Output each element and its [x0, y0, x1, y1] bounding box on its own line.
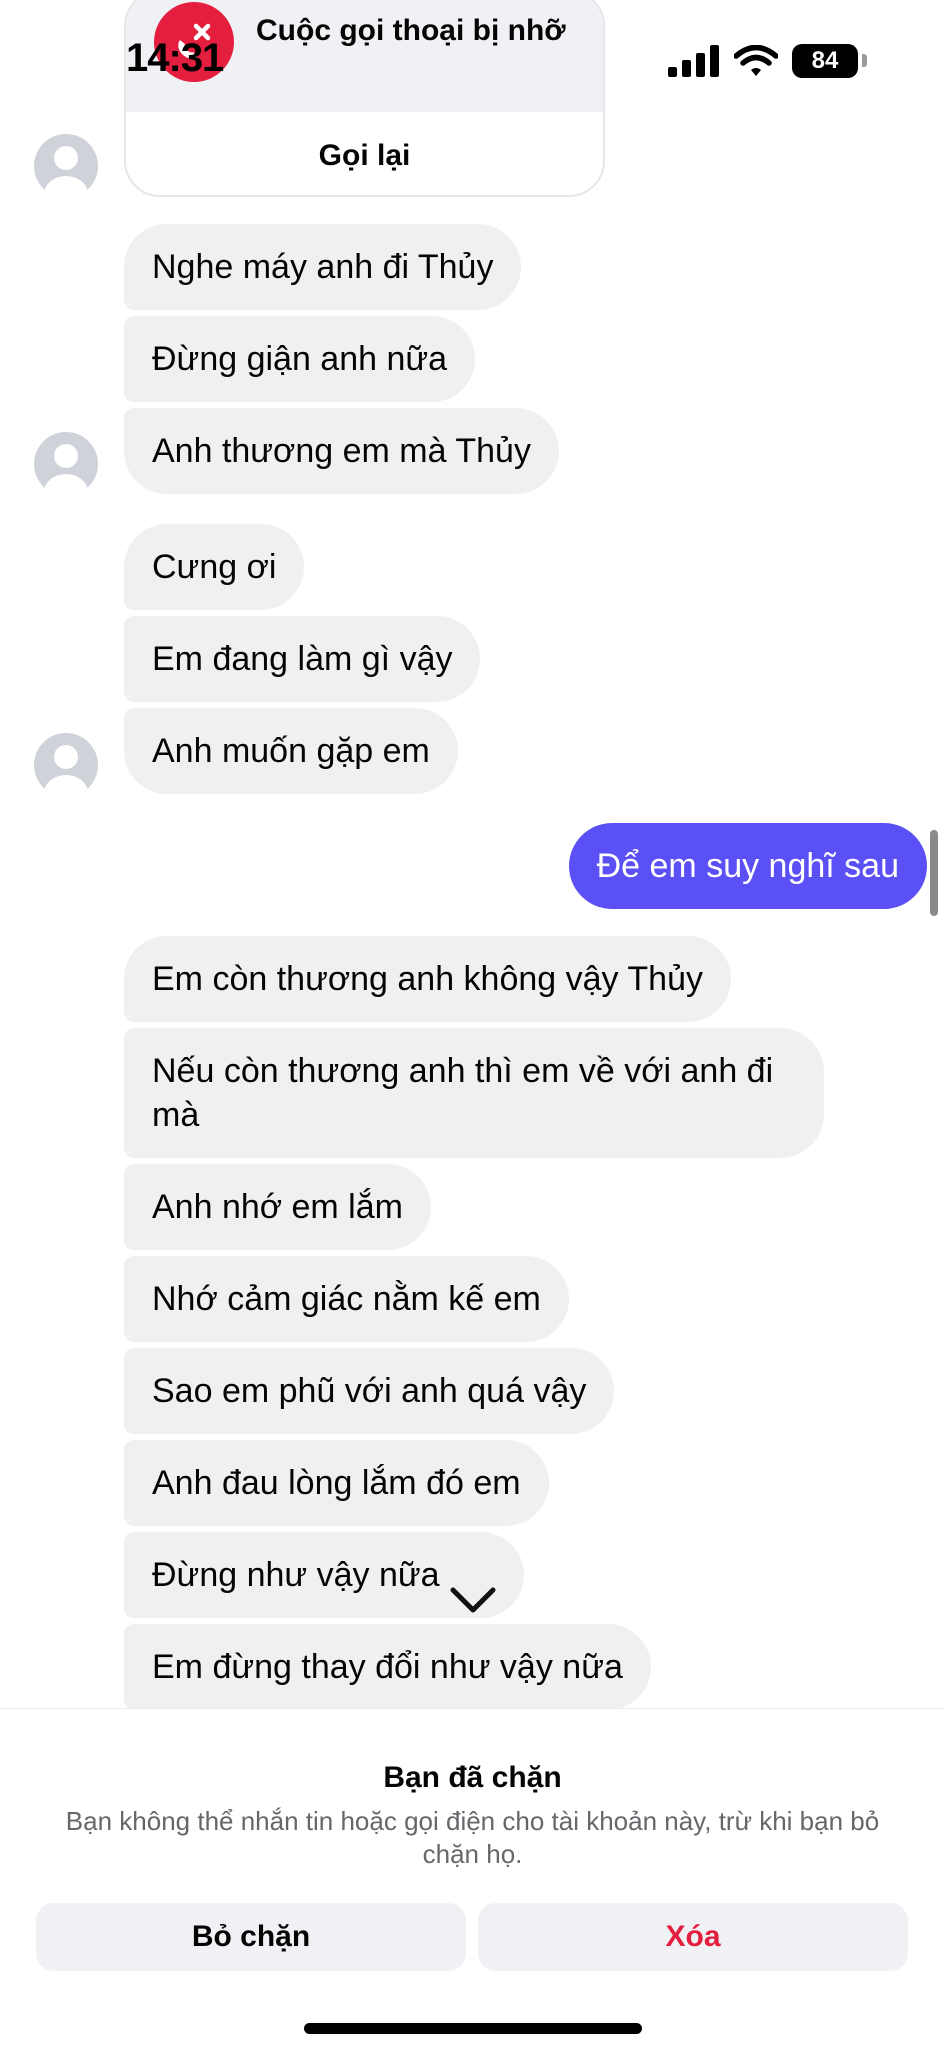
- chevron-down-icon[interactable]: [450, 1586, 496, 1616]
- blocked-description: Bạn không thể nhắn tin hoặc gọi điện cho…: [65, 1806, 880, 1869]
- message-incoming[interactable]: Em còn thương anh không vậy Thủy: [124, 936, 731, 1022]
- message-incoming[interactable]: Anh đau lòng lắm đó em: [124, 1440, 549, 1526]
- message-outgoing[interactable]: Để em suy nghĩ sau: [568, 823, 927, 909]
- blocked-title: Bạn đã chặn: [383, 1761, 562, 1794]
- avatar: [34, 432, 98, 496]
- scrollbar[interactable]: [930, 830, 938, 916]
- blocked-panel: Bạn đã chặn Bạn không thể nhắn tin hoặc …: [0, 1708, 945, 2048]
- message-incoming[interactable]: Sao em phũ với anh quá vậy: [124, 1348, 615, 1434]
- message-incoming[interactable]: Nghe máy anh đi Thủy: [124, 224, 522, 310]
- message-text-line: mà: [152, 1096, 200, 1134]
- missed-call-card: Cuộc gọi thoại bị nhỡ Gọi lại: [124, 0, 605, 197]
- signal-icon: [668, 45, 719, 77]
- message-incoming[interactable]: Cưng ơi: [124, 524, 305, 610]
- message-incoming[interactable]: Em đừng thay đổi như vậy nữa: [124, 1624, 651, 1710]
- avatar-placeholder-icon: [44, 146, 88, 198]
- message-incoming[interactable]: Nhớ cảm giác nằm kế em: [124, 1256, 569, 1342]
- status-time: 14:31: [126, 36, 224, 80]
- battery-icon: 84: [792, 44, 867, 78]
- avatar-placeholder-icon: [44, 745, 88, 797]
- avatar: [34, 733, 98, 797]
- message-incoming[interactable]: Anh muốn gặp em: [124, 708, 458, 794]
- call-back-button[interactable]: Gọi lại: [126, 112, 603, 195]
- unblock-button[interactable]: Bỏ chặn: [36, 1903, 466, 1971]
- message-incoming[interactable]: Đừng giận anh nữa: [124, 316, 476, 402]
- avatar: [34, 134, 98, 198]
- missed-call-title: Cuộc gọi thoại bị nhỡ: [256, 14, 566, 47]
- avatar-placeholder-icon: [44, 444, 88, 496]
- message-incoming[interactable]: Anh nhớ em lắm: [124, 1164, 431, 1250]
- home-indicator: [304, 2023, 642, 2034]
- message-incoming[interactable]: Em đang làm gì vậy: [124, 616, 481, 702]
- wifi-icon: [734, 45, 778, 76]
- message-incoming[interactable]: Anh thương em mà Thủy: [124, 408, 559, 494]
- message-incoming[interactable]: Nếu còn thương anh thì em về với anh đi …: [124, 1028, 824, 1158]
- delete-button[interactable]: Xóa: [478, 1903, 908, 1971]
- status-icons: 84: [668, 44, 867, 78]
- message-text-line: Nếu còn thương anh thì em về với anh đi: [152, 1052, 774, 1090]
